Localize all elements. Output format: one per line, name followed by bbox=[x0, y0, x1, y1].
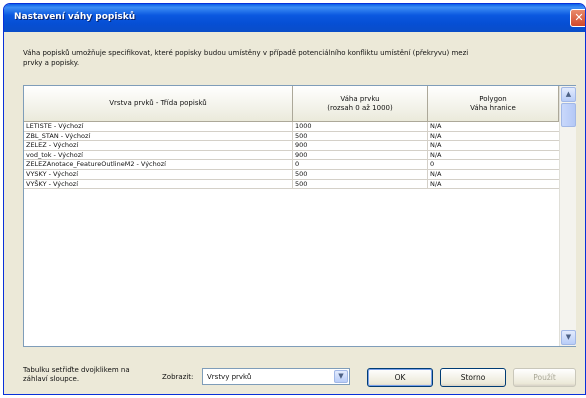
weight-table: Vrstva prvků - Třída popisků Váha prvku … bbox=[23, 85, 576, 347]
table-row[interactable]: ZBL_STAN - Výchozí 500 N/A bbox=[24, 131, 559, 142]
vertical-scrollbar[interactable]: ▲ ▼ bbox=[559, 86, 576, 346]
table-row[interactable]: ZELEZ - Výchozí 900 N/A bbox=[24, 141, 559, 151]
weight-cell[interactable]: 500 bbox=[293, 179, 428, 190]
weight-cell[interactable]: 500 bbox=[293, 169, 428, 180]
weight-cell[interactable]: 0 bbox=[293, 160, 428, 170]
sort-hint: Tabulku setřiďte dvojklikem na záhlaví s… bbox=[23, 366, 130, 383]
table-row[interactable]: vod_tok - Výchozí 900 N/A bbox=[24, 150, 559, 161]
layer-cell: VYŠKY - Výchozí bbox=[24, 179, 293, 190]
weight-cell[interactable]: 900 bbox=[293, 150, 428, 161]
scrollbar-thumb[interactable] bbox=[561, 103, 576, 127]
chevron-down-icon[interactable]: ▼ bbox=[334, 370, 348, 383]
layer-cell: VYSKY - Výchozí bbox=[24, 169, 293, 180]
column-header-feature-weight-range: (rozsah 0 až 1000) bbox=[327, 103, 393, 112]
layer-cell: ZBL_STAN - Výchozí bbox=[24, 131, 293, 142]
column-header-layer-class-label: Vrstva prvků - Třída popisků bbox=[109, 99, 207, 107]
layer-cell: LETISTE - Výchozí bbox=[24, 122, 293, 132]
title-bar: Nastavení váhy popisků ✕ bbox=[4, 4, 585, 32]
show-select-value: Vrstvy prvků bbox=[207, 373, 252, 381]
weight-cell[interactable]: 500 bbox=[293, 131, 428, 142]
boundary-cell[interactable]: N/A bbox=[428, 151, 559, 161]
weight-cell[interactable]: 900 bbox=[293, 141, 428, 151]
show-select[interactable]: Vrstvy prvků ▼ bbox=[202, 368, 350, 385]
dialog-title: Nastavení váhy popisků bbox=[14, 12, 136, 22]
boundary-cell[interactable]: 0 bbox=[428, 160, 559, 170]
scroll-up-icon[interactable]: ▲ bbox=[561, 87, 576, 102]
table-row[interactable]: VYSKY - Výchozí 500 N/A bbox=[24, 169, 559, 180]
cancel-button[interactable]: Storno bbox=[440, 368, 506, 387]
ok-button[interactable]: OK bbox=[367, 368, 433, 387]
layer-cell: vod_tok - Výchozí bbox=[24, 150, 293, 161]
boundary-cell[interactable]: N/A bbox=[428, 141, 559, 151]
boundary-cell[interactable]: N/A bbox=[428, 132, 559, 142]
description-text: Váha popisků umožňuje specifikovat, kter… bbox=[23, 49, 469, 67]
table-row[interactable]: ZELEZAnotace_FeatureOutlineM2 - Výchozí … bbox=[24, 160, 559, 170]
boundary-cell[interactable]: N/A bbox=[428, 122, 559, 132]
label-weight-dialog: Nastavení váhy popisků ✕ Váha popisků um… bbox=[3, 3, 586, 395]
column-header-feature-weight-label: Váha prvku bbox=[340, 94, 380, 103]
column-header-layer-class[interactable]: Vrstva prvků - Třída popisků bbox=[24, 86, 293, 122]
table-row[interactable]: VYŠKY - Výchozí 500 N/A bbox=[24, 179, 559, 190]
column-header-boundary-weight-label: Váha hranice bbox=[470, 103, 516, 112]
table-row[interactable]: LETISTE - Výchozí 1000 N/A bbox=[24, 122, 559, 132]
weight-cell[interactable]: 1000 bbox=[293, 122, 428, 132]
apply-button[interactable]: Použít bbox=[513, 368, 576, 387]
boundary-cell[interactable]: N/A bbox=[428, 180, 559, 190]
column-header-polygon-label: Polygon bbox=[479, 94, 507, 103]
boundary-cell[interactable]: N/A bbox=[428, 170, 559, 180]
column-header-feature-weight[interactable]: Váha prvku (rozsah 0 až 1000) bbox=[293, 86, 428, 122]
table-rows: LETISTE - Výchozí 1000 N/A ZBL_STAN - Vý… bbox=[24, 122, 559, 190]
layer-cell: ZELEZAnotace_FeatureOutlineM2 - Výchozí bbox=[24, 160, 293, 170]
layer-cell: ZELEZ - Výchozí bbox=[24, 141, 293, 151]
scroll-down-icon[interactable]: ▼ bbox=[561, 330, 576, 345]
close-icon[interactable]: ✕ bbox=[570, 9, 585, 27]
show-label: Zobrazit: bbox=[162, 373, 194, 381]
column-header-polygon[interactable]: Polygon Váha hranice bbox=[428, 86, 559, 122]
